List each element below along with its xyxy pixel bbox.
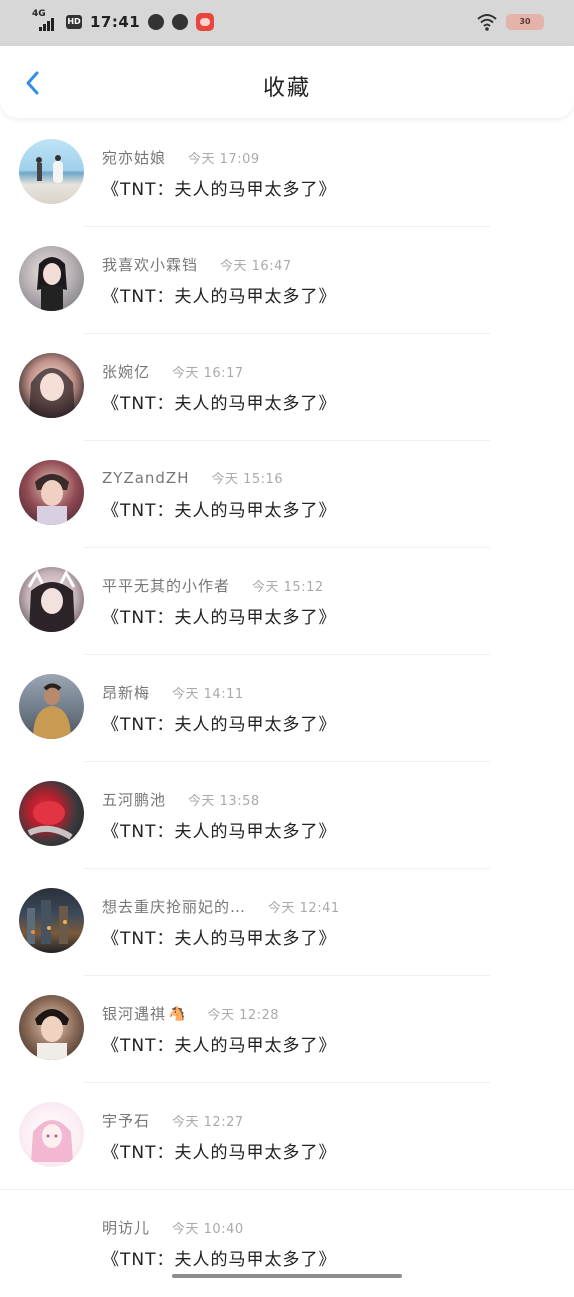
favorite-time: 今天 12:28	[207, 1008, 280, 1023]
list-item[interactable]: 张婉亿 今天 16:17 《TNT：夫人的马甲太多了》	[0, 334, 574, 441]
favorite-time: 今天 17:09	[188, 152, 260, 167]
battery-level: 30	[519, 17, 531, 26]
avatar[interactable]	[19, 1102, 84, 1167]
user-name[interactable]: 银河遇祺	[102, 1003, 166, 1024]
cellular-signal-icon: 4G	[32, 10, 58, 34]
app-notification-icon	[172, 14, 189, 30]
battery-icon: 30	[506, 14, 544, 30]
favorite-time: 今天 12:27	[172, 1115, 244, 1130]
list-item[interactable]: 昂新梅 今天 14:11 《TNT：夫人的马甲太多了》	[0, 655, 574, 762]
hd-icon: HD	[66, 15, 82, 29]
avatar[interactable]	[19, 995, 84, 1060]
shopping-app-icon	[196, 13, 215, 31]
avatar[interactable]	[19, 139, 84, 204]
favorite-time: 今天 14:11	[172, 687, 244, 702]
favorite-time: 今天 13:58	[188, 794, 260, 809]
avatar[interactable]	[19, 781, 84, 846]
book-title[interactable]: 《TNT：夫人的马甲太多了》	[102, 1031, 337, 1056]
list-item[interactable]: 明访儿 今天 10:40 《TNT：夫人的马甲太多了》	[0, 1190, 574, 1297]
wifi-icon	[477, 14, 497, 31]
avatar[interactable]	[19, 353, 84, 418]
favorite-time: 今天 16:17	[172, 366, 244, 381]
user-name[interactable]: 宇予石	[102, 1110, 150, 1131]
favorite-time: 今天 16:47	[220, 259, 292, 274]
book-title[interactable]: 《TNT：夫人的马甲太多了》	[102, 1245, 337, 1270]
list-item[interactable]: 想去重庆抢丽妃的… 今天 12:41 《TNT：夫人的马甲太多了》	[0, 869, 574, 976]
list-item[interactable]: 宛亦姑娘 今天 17:09 《TNT：夫人的马甲太多了》	[0, 120, 574, 227]
avatar[interactable]	[19, 567, 84, 632]
favorite-time: 今天 10:40	[172, 1222, 244, 1237]
user-name[interactable]: 想去重庆抢丽妃的…	[102, 896, 246, 917]
user-name[interactable]: ZYZandZH	[102, 469, 190, 487]
book-title[interactable]: 《TNT：夫人的马甲太多了》	[102, 603, 337, 628]
book-title[interactable]: 《TNT：夫人的马甲太多了》	[102, 175, 337, 200]
favorite-time: 今天 15:12	[252, 580, 324, 595]
avatar[interactable]	[19, 888, 84, 953]
user-name[interactable]: 平平无其的小作者	[102, 575, 230, 596]
avatar[interactable]	[19, 674, 84, 739]
home-indicator[interactable]	[172, 1274, 402, 1278]
book-title[interactable]: 《TNT：夫人的马甲太多了》	[102, 924, 337, 949]
status-right: 30	[476, 12, 544, 32]
list-item[interactable]: 宇予石 今天 12:27 《TNT：夫人的马甲太多了》	[0, 1083, 574, 1190]
book-title[interactable]: 《TNT：夫人的马甲太多了》	[102, 389, 337, 414]
user-name[interactable]: 宛亦姑娘	[102, 147, 166, 168]
book-title[interactable]: 《TNT：夫人的马甲太多了》	[102, 710, 337, 735]
list-item[interactable]: 平平无其的小作者 今天 15:12 《TNT：夫人的马甲太多了》	[0, 548, 574, 655]
status-left: 4G HD 17:41	[32, 10, 215, 34]
list-item[interactable]: 五河鹏池 今天 13:58 《TNT：夫人的马甲太多了》	[0, 762, 574, 869]
favorite-time: 今天 15:16	[211, 472, 284, 487]
avatar[interactable]	[19, 1209, 84, 1274]
page-title: 收藏	[262, 76, 311, 101]
avatar[interactable]	[19, 246, 84, 311]
list-item[interactable]: 银河遇祺 🐴 今天 12:28 《TNT：夫人的马甲太多了》	[0, 976, 574, 1083]
user-name[interactable]: 五河鹏池	[102, 789, 166, 810]
user-name[interactable]: 张婉亿	[102, 361, 150, 382]
book-title[interactable]: 《TNT：夫人的马甲太多了》	[102, 1138, 337, 1163]
status-time: 17:41	[90, 13, 141, 31]
user-name[interactable]: 明访儿	[102, 1217, 150, 1238]
status-bar: 4G HD 17:41 30	[0, 0, 574, 46]
horse-emoji-icon: 🐴	[168, 1005, 186, 1022]
compass-notification-icon	[148, 14, 165, 30]
list-item[interactable]: ZYZandZH 今天 15:16 《TNT：夫人的马甲太多了》	[0, 441, 574, 548]
user-name[interactable]: 昂新梅	[102, 682, 150, 703]
book-title[interactable]: 《TNT：夫人的马甲太多了》	[102, 496, 337, 521]
book-title[interactable]: 《TNT：夫人的马甲太多了》	[102, 282, 337, 307]
avatar[interactable]	[19, 460, 84, 525]
header: 收藏	[0, 46, 574, 118]
favorite-time: 今天 12:41	[268, 901, 340, 916]
user-name[interactable]: 我喜欢小霖铛	[102, 254, 198, 275]
list-item[interactable]: 我喜欢小霖铛 今天 16:47 《TNT：夫人的马甲太多了》	[0, 227, 574, 334]
favorites-list: 宛亦姑娘 今天 17:09 《TNT：夫人的马甲太多了》 我喜欢小霖铛 今天 1…	[0, 120, 574, 1297]
book-title[interactable]: 《TNT：夫人的马甲太多了》	[102, 817, 337, 842]
